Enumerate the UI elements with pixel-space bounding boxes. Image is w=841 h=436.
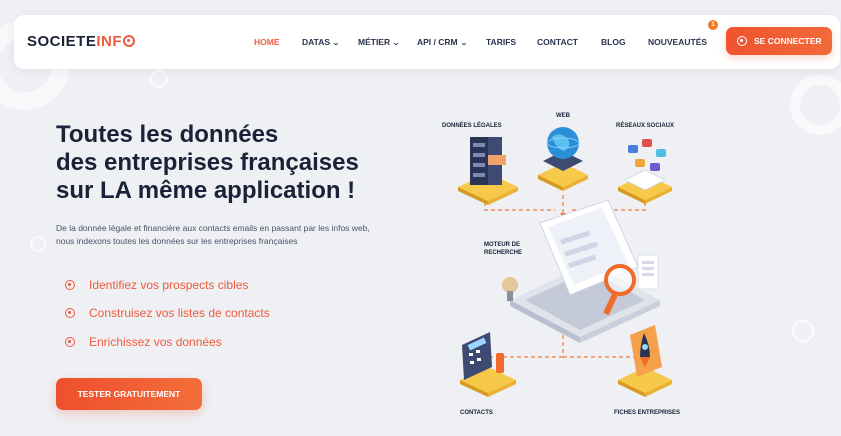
login-button-label: SE CONNECTER bbox=[754, 36, 822, 46]
feature-label: Construisez vos listes de contacts bbox=[89, 306, 270, 320]
feature-label: Enrichissez vos données bbox=[89, 335, 222, 349]
nav-nouveautes[interactable]: NOUVEAUTÉS bbox=[648, 37, 707, 47]
hero-title-line: sur LA même application ! bbox=[56, 177, 356, 204]
login-button[interactable]: SE CONNECTER bbox=[726, 27, 832, 55]
nav-datas[interactable]: DATAS ⌄ bbox=[302, 37, 340, 47]
rocket-icon bbox=[618, 325, 672, 397]
calculator-icon bbox=[460, 332, 516, 397]
nav-label: MÉTIER bbox=[358, 37, 391, 47]
target-icon bbox=[65, 308, 75, 318]
background-decoration bbox=[30, 236, 46, 252]
globe-icon bbox=[538, 127, 588, 191]
chevron-down-icon: ⌄ bbox=[459, 40, 468, 47]
target-icon bbox=[65, 280, 75, 290]
label-contacts: CONTACTS bbox=[460, 410, 493, 416]
label-search-engine-line: RECHERCHE bbox=[484, 250, 523, 256]
background-decoration bbox=[150, 70, 168, 88]
nav-contact[interactable]: CONTACT bbox=[537, 37, 578, 47]
nav-label: DATAS bbox=[302, 37, 331, 47]
laptop-icon bbox=[510, 199, 660, 343]
try-free-button[interactable]: TESTER GRATUITEMENT bbox=[56, 378, 202, 410]
feature-label: Identifiez vos prospects cibles bbox=[89, 278, 249, 292]
logo-text-primary: SOCIETE bbox=[27, 33, 97, 50]
hero-title: Toutes les données des entreprises franç… bbox=[56, 121, 386, 205]
target-icon bbox=[737, 36, 747, 46]
target-icon bbox=[65, 337, 75, 347]
server-icon bbox=[458, 137, 518, 205]
chevron-down-icon: ⌄ bbox=[392, 40, 400, 47]
label-search-engine: MOTEUR DE RECHERCHE bbox=[484, 241, 522, 257]
nav-api-crm[interactable]: API / CRM ⌄ bbox=[417, 37, 467, 47]
background-decoration bbox=[792, 320, 814, 342]
logo-text-accent: INF bbox=[96, 33, 123, 50]
nav-label: CONTACT bbox=[537, 37, 578, 47]
logo-target-icon bbox=[123, 35, 136, 47]
nav-label: HOME bbox=[254, 37, 280, 47]
site-header: SOCIETEINF HOME DATAS ⌄ MÉTIER ⌄ API / CRM… bbox=[14, 15, 840, 69]
logo[interactable]: SOCIETEINF bbox=[27, 33, 136, 50]
notification-badge: 1 bbox=[708, 20, 718, 30]
label-companies: FICHES ENTREPRISES bbox=[614, 410, 681, 416]
nav-label: NOUVEAUTÉS bbox=[648, 37, 708, 47]
data-flow-illustration: DONNÉES LÉGALES WEB RÉSEAUX SOCIAUX MOTE… bbox=[430, 95, 720, 425]
illustration-graphic bbox=[458, 127, 672, 397]
nav-metier[interactable]: MÉTIER ⌄ bbox=[358, 37, 400, 47]
lightbulb-icon bbox=[502, 277, 518, 301]
nav-label: BLOG bbox=[601, 37, 626, 47]
chevron-down-icon: ⌄ bbox=[332, 40, 340, 47]
hero-title-line: Toutes les données bbox=[56, 121, 279, 148]
nav-label: API / CRM bbox=[417, 37, 458, 47]
label-legal-data: DONNÉES LÉGALES bbox=[442, 123, 502, 129]
label-web: WEB bbox=[556, 113, 570, 119]
hero-title-line: des entreprises françaises bbox=[56, 149, 359, 176]
hero-description: De la donnée légale et financière aux co… bbox=[56, 223, 370, 246]
nav-blog[interactable]: BLOG bbox=[601, 37, 626, 47]
nav-home[interactable]: HOME bbox=[254, 37, 280, 47]
label-search-engine-line: MOTEUR DE bbox=[484, 242, 520, 248]
nav-label: TARIFS bbox=[486, 37, 517, 47]
social-icon bbox=[618, 139, 672, 204]
background-decoration bbox=[790, 75, 841, 135]
label-social: RÉSEAUX SOCIAUX bbox=[616, 123, 675, 129]
nav-tarifs[interactable]: TARIFS bbox=[486, 37, 516, 47]
